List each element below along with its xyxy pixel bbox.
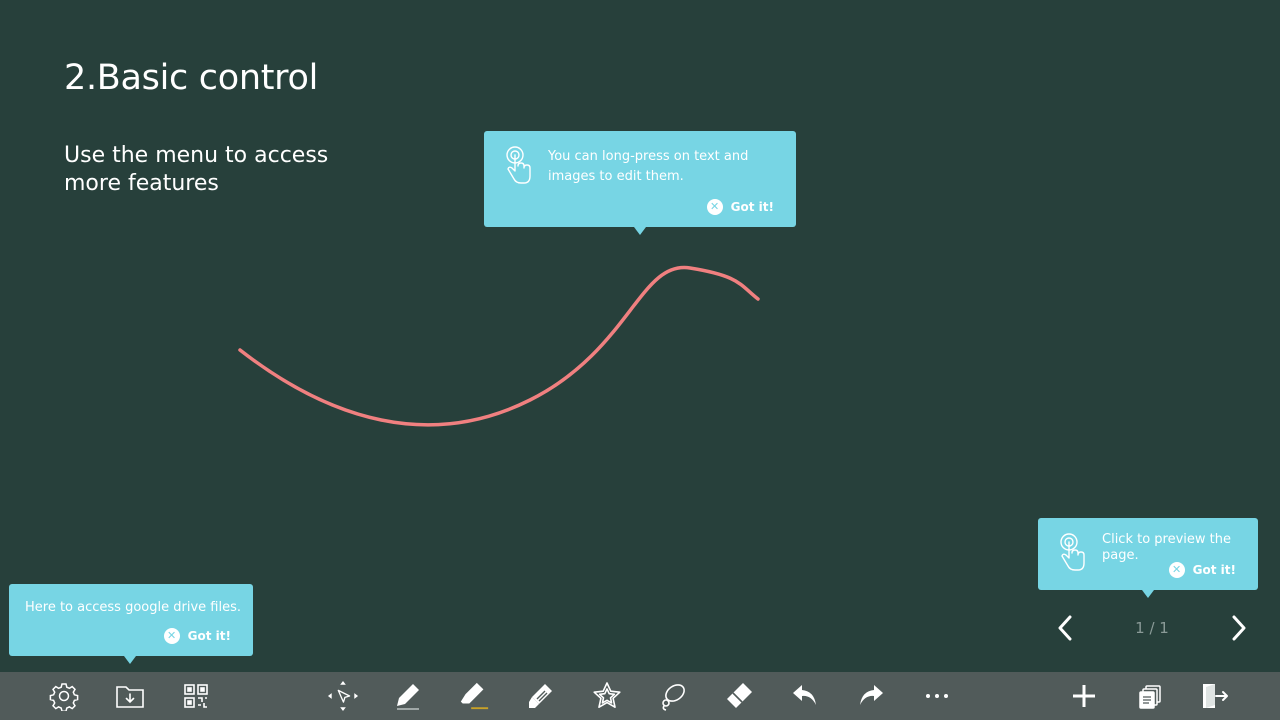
marker-icon: [529, 684, 552, 708]
folder-download-icon: [116, 686, 144, 708]
eraser-tool-button[interactable]: [723, 680, 755, 712]
close-icon: ✕: [163, 628, 180, 644]
google-drive-button[interactable]: [114, 680, 146, 712]
add-page-icon: [1073, 685, 1095, 707]
pen-icon: [397, 684, 419, 710]
tap-hand-icon: [1058, 532, 1086, 576]
close-icon: ✕: [706, 199, 723, 215]
tooltip-message: Click to preview the page.: [1102, 532, 1232, 563]
next-page-button[interactable]: [1214, 608, 1264, 648]
bottom-toolbar: [0, 672, 1280, 720]
got-it-button[interactable]: ✕ Got it!: [706, 199, 774, 215]
got-it-label: Got it!: [1192, 563, 1236, 577]
tooltip-message: You can long-press on text and images to…: [548, 149, 749, 184]
undo-icon: [793, 685, 816, 705]
qr-share-button[interactable]: [180, 680, 212, 712]
more-icon: [926, 694, 948, 698]
redo-icon: [860, 685, 883, 705]
tooltip-message: Here to access google drive files.: [25, 600, 241, 615]
page-list-button[interactable]: [1134, 680, 1166, 712]
chevron-left-icon: [1058, 615, 1072, 641]
lasso-tool-button[interactable]: [657, 680, 689, 712]
page-indicator[interactable]: 1 / 1: [1135, 619, 1169, 637]
tooltip-google-drive: Here to access google drive files. ✕ Got…: [9, 584, 253, 664]
tooltip-long-press-edit: You can long-press on text and images to…: [484, 131, 796, 235]
got-it-label: Got it!: [730, 200, 774, 214]
more-options-button[interactable]: [921, 680, 953, 712]
got-it-button[interactable]: ✕ Got it!: [163, 628, 231, 644]
exit-icon: [1203, 684, 1228, 708]
ink-stroke[interactable]: [238, 265, 760, 427]
undo-button[interactable]: [789, 680, 821, 712]
redo-button[interactable]: [855, 680, 887, 712]
settings-button[interactable]: [48, 680, 80, 712]
star-shape-icon: [593, 682, 621, 708]
select-move-icon: [327, 680, 359, 712]
page-navigator: 1 / 1: [1040, 608, 1264, 648]
got-it-label: Got it!: [187, 629, 231, 643]
highlighter-tool-button[interactable]: [458, 680, 490, 712]
lasso-icon: [662, 684, 685, 711]
got-it-button[interactable]: ✕ Got it!: [1168, 562, 1236, 578]
eraser-icon: [727, 683, 752, 708]
highlighter-icon: [460, 682, 489, 710]
close-icon: ✕: [1168, 562, 1185, 578]
tap-hand-icon: [504, 145, 532, 189]
previous-page-button[interactable]: [1040, 608, 1090, 648]
qr-code-icon: [184, 684, 208, 708]
shape-tool-button[interactable]: [591, 680, 623, 712]
pen-tool-button[interactable]: [391, 680, 423, 712]
marker-tool-button[interactable]: [524, 680, 556, 712]
chevron-right-icon: [1232, 615, 1246, 641]
pages-icon: [1139, 685, 1161, 709]
tooltip-preview-page: Click to preview the page. ✕ Got it!: [1038, 518, 1258, 598]
exit-button[interactable]: [1199, 680, 1231, 712]
select-tool-button[interactable]: [327, 680, 359, 712]
add-page-button[interactable]: [1068, 680, 1100, 712]
gear-icon: [49, 683, 79, 711]
